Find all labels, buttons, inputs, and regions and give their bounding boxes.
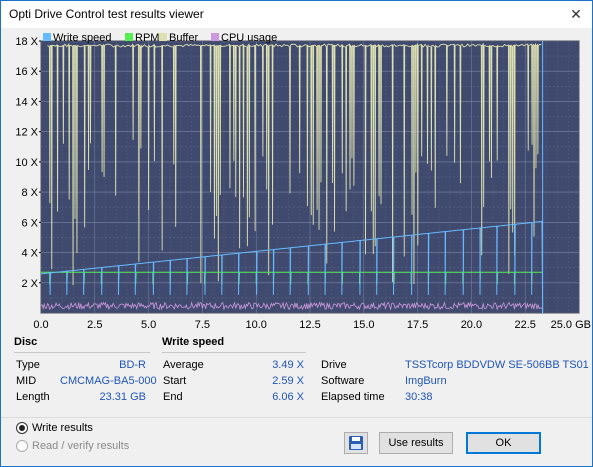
legend-swatch bbox=[125, 33, 133, 41]
x-tick-label: 12.5 bbox=[299, 319, 320, 331]
legend-label: Buffer bbox=[169, 32, 198, 44]
y-tick-label: 14 X bbox=[15, 96, 38, 108]
average-value: 3.49 X bbox=[272, 359, 304, 371]
drive-value: TSSTcorp BDDVDW SE-506BB TS01 bbox=[405, 359, 589, 371]
write-speed-header: Write speed bbox=[162, 336, 225, 348]
y-tick-label: 6 X bbox=[21, 217, 38, 229]
x-tick-label: 10.0 bbox=[245, 319, 266, 331]
disc-mid-value: CMCMAG-BA5-000 bbox=[60, 375, 157, 387]
software-label: Software bbox=[321, 375, 365, 387]
y-tick-label: 16 X bbox=[15, 66, 38, 78]
radio-unchecked-icon bbox=[16, 440, 28, 452]
start-value: 2.59 X bbox=[272, 375, 304, 387]
legend-swatch bbox=[43, 33, 51, 41]
write-speed-separator bbox=[162, 352, 306, 353]
legend-label: RPM bbox=[135, 32, 159, 44]
elapsed-value: 30:38 bbox=[405, 391, 433, 403]
legend-swatch bbox=[211, 33, 219, 41]
start-label: Start bbox=[163, 375, 187, 387]
y-tick-label: 2 X bbox=[21, 278, 38, 290]
disc-header: Disc bbox=[14, 336, 38, 348]
title-bar: Opti Drive Control test results viewer ✕ bbox=[1, 1, 592, 28]
elapsed-label: Elapsed time bbox=[321, 391, 385, 403]
chart-panel: 18 X 16 X 14 X 12 X 10 X 8 X 6 X 4 X 2 X 0.0 2.5 5.… bbox=[1, 28, 592, 332]
y-tick-label: 10 X bbox=[15, 157, 38, 169]
disc-type-label: Type bbox=[16, 359, 40, 371]
y-tick-label: 12 X bbox=[15, 127, 38, 139]
x-tick-label: 5.0 bbox=[141, 319, 156, 331]
use-results-button[interactable]: Use results bbox=[379, 432, 453, 454]
disc-mid-label: MID bbox=[16, 375, 37, 387]
disc-length-label: Length bbox=[16, 391, 50, 403]
x-tick-label: 17.5 bbox=[407, 319, 428, 331]
read-verify-results-radio[interactable]: Read / verify results bbox=[16, 440, 129, 452]
save-button[interactable] bbox=[344, 432, 368, 454]
disc-type-value: BD-R bbox=[119, 359, 146, 371]
y-tick-label: 4 X bbox=[21, 248, 38, 260]
end-label: End bbox=[163, 391, 183, 403]
average-label: Average bbox=[163, 359, 204, 371]
software-value: ImgBurn bbox=[405, 375, 447, 387]
write-results-label: Write results bbox=[32, 422, 93, 434]
drive-label: Drive bbox=[321, 359, 347, 371]
x-tick-label: 15.0 bbox=[353, 319, 374, 331]
x-tick-label: 7.5 bbox=[195, 319, 210, 331]
window-title: Opti Drive Control test results viewer bbox=[9, 7, 204, 21]
y-tick-label: 8 X bbox=[21, 187, 38, 199]
legend-label: Write speed bbox=[53, 32, 112, 44]
x-tick-label: 0.0 bbox=[33, 319, 48, 331]
x-tick-label: 2.5 bbox=[87, 319, 102, 331]
write-speed-chart: 18 X 16 X 14 X 12 X 10 X 8 X 6 X 4 X 2 X 0.0 2.5 5.… bbox=[15, 32, 591, 331]
x-tick-label: 22.5 bbox=[514, 319, 535, 331]
write-results-radio[interactable]: Write results bbox=[16, 422, 93, 434]
floppy-disk-icon bbox=[349, 436, 363, 450]
close-icon[interactable]: ✕ bbox=[560, 1, 592, 28]
ok-button[interactable]: OK bbox=[466, 432, 541, 454]
legend-swatch bbox=[159, 33, 167, 41]
read-verify-results-label: Read / verify results bbox=[32, 440, 130, 452]
x-tick-label: 20.0 bbox=[461, 319, 482, 331]
disc-separator bbox=[14, 352, 150, 353]
disc-length-value: 23.31 GB bbox=[99, 391, 146, 403]
end-value: 6.06 X bbox=[272, 391, 304, 403]
radio-checked-icon bbox=[16, 422, 28, 434]
y-tick-label: 18 X bbox=[15, 36, 38, 48]
x-tick-label: 25.0 GB bbox=[551, 319, 591, 331]
legend-label: CPU usage bbox=[221, 32, 277, 44]
